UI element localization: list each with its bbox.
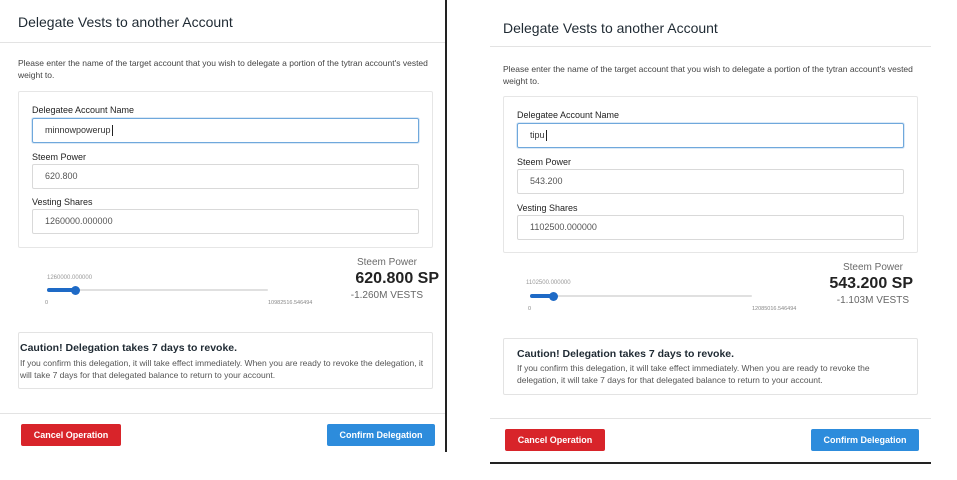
- slider-max-label: 12085016.546494: [752, 306, 797, 312]
- steem-power-amount: 620.800 SP: [355, 270, 439, 287]
- steem-power-label: Steem Power: [32, 152, 87, 162]
- dialog-title: Delegate Vests to another Account: [503, 20, 718, 36]
- dialog-title: Delegate Vests to another Account: [18, 14, 233, 30]
- divider: [490, 46, 931, 47]
- cancel-operation-button[interactable]: Cancel Operation: [21, 424, 121, 446]
- confirm-delegation-button[interactable]: Confirm Delegation: [811, 429, 919, 451]
- caution-text: If you confirm this delegation, it will …: [517, 363, 870, 385]
- steem-power-input[interactable]: 543.200: [517, 169, 904, 194]
- text-caret: [111, 125, 113, 137]
- delegation-form: Delegatee Account Name tipu Steem Power …: [503, 96, 918, 253]
- caution-title: Caution! Delegation takes 7 days to revo…: [517, 348, 735, 360]
- delegation-form: Delegatee Account Name minnowpowerup Ste…: [18, 91, 433, 248]
- vests-amount: -1.260M VESTS: [350, 290, 423, 301]
- intro-text: Please enter the name of the target acco…: [503, 64, 913, 86]
- steem-power-caption: Steem Power: [356, 257, 417, 268]
- vests-amount: -1.103M VESTS: [836, 295, 909, 306]
- slider-min-label: 0: [528, 306, 532, 312]
- caution-title: Caution! Delegation takes 7 days to revo…: [20, 342, 238, 354]
- delegatee-input[interactable]: tipu: [517, 123, 904, 148]
- cancel-operation-button[interactable]: Cancel Operation: [505, 429, 605, 451]
- delegation-slider-track[interactable]: [47, 289, 268, 291]
- delegatee-value: tipu: [530, 130, 545, 140]
- vesting-shares-label: Vesting Shares: [32, 197, 93, 207]
- delegation-slider-thumb[interactable]: [549, 292, 558, 301]
- slider-current-value: 1102500.000000: [526, 280, 571, 286]
- steem-power-value: 620.800: [45, 171, 78, 181]
- steem-power-input[interactable]: 620.800: [32, 164, 419, 189]
- caution-box: Caution! Delegation takes 7 days to revo…: [503, 338, 918, 395]
- delegate-dialog-left: Delegate Vests to another Account Please…: [0, 0, 447, 452]
- steem-power-label: Steem Power: [517, 157, 572, 167]
- slider-current-value: 1260000.000000: [47, 275, 93, 281]
- text-caret: [545, 130, 547, 142]
- divider: [490, 418, 931, 419]
- vesting-shares-value: 1260000.000000: [45, 216, 113, 226]
- divider: [0, 42, 445, 43]
- vesting-shares-label: Vesting Shares: [517, 203, 578, 213]
- vesting-shares-input[interactable]: 1102500.000000: [517, 215, 904, 240]
- delegatee-label: Delegatee Account Name: [32, 105, 135, 115]
- slider-max-label: 10982516.546494: [268, 300, 313, 306]
- caution-box: Caution! Delegation takes 7 days to revo…: [18, 332, 433, 389]
- delegation-slider-thumb[interactable]: [71, 286, 80, 295]
- vesting-shares-value: 1102500.000000: [530, 222, 597, 232]
- steem-power-amount: 543.200 SP: [829, 275, 913, 292]
- divider: [0, 413, 445, 414]
- confirm-delegation-button[interactable]: Confirm Delegation: [327, 424, 435, 446]
- intro-text: Please enter the name of the target acco…: [18, 58, 428, 80]
- delegate-dialog-right: Delegate Vests to another Account Please…: [490, 6, 931, 464]
- steem-power-value: 543.200: [530, 176, 563, 186]
- delegation-slider-track[interactable]: [530, 295, 752, 297]
- delegatee-label: Delegatee Account Name: [517, 110, 620, 120]
- slider-min-label: 0: [45, 300, 49, 306]
- vesting-shares-input[interactable]: 1260000.000000: [32, 209, 419, 234]
- delegatee-value: minnowpowerup: [45, 125, 111, 135]
- caution-text: If you confirm this delegation, it will …: [20, 358, 424, 380]
- delegatee-input[interactable]: minnowpowerup: [32, 118, 419, 143]
- steem-power-caption: Steem Power: [842, 262, 903, 273]
